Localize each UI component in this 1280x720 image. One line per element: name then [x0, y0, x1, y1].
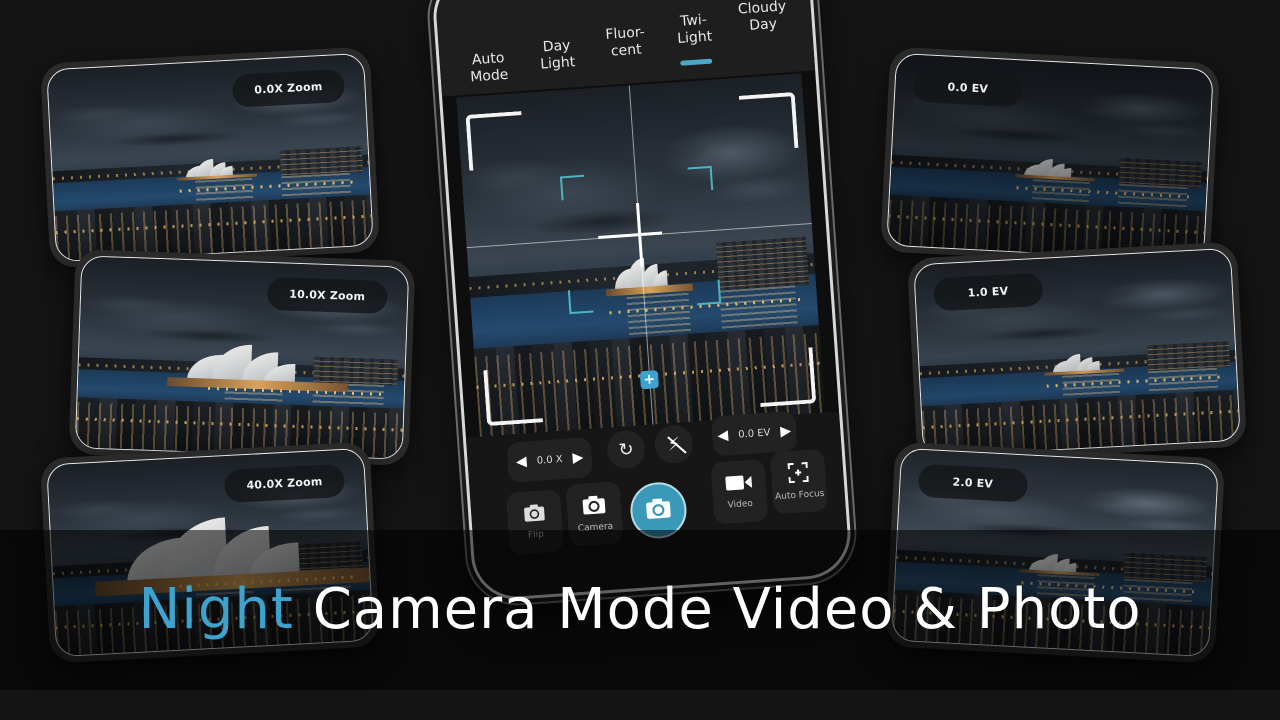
phone-mockup: Auto Mode Day Light Fluor-cent Twi- Light C…: [430, 0, 854, 603]
ev-level-badge: 2.0 EV: [917, 463, 1028, 503]
focus-bracket-icon: [695, 279, 722, 306]
mode-day-light[interactable]: Day Light: [525, 36, 589, 74]
shutter-camera-icon: [645, 497, 673, 525]
ev-level-badge: 1.0 EV: [932, 272, 1044, 312]
focus-bracket-icon: [687, 165, 714, 192]
ev-sample-card-1: 1.0 EV: [906, 241, 1248, 464]
video-camera-icon: [724, 473, 753, 497]
mode-twilight[interactable]: Twi- Light: [662, 11, 726, 66]
zoom-value: 0.0 X: [536, 453, 563, 467]
ev-sample-card-0: 0.0 EV: [879, 46, 1221, 269]
zoom-level-badge: 0.0X Zoom: [231, 68, 346, 108]
frame-corner-icon: [465, 111, 526, 171]
video-label: Video: [727, 498, 754, 511]
camera-viewfinder[interactable]: +: [456, 73, 826, 437]
increase-zoom-icon[interactable]: ▶: [572, 450, 584, 467]
mode-label: Day Light: [539, 37, 576, 73]
switch-camera-button[interactable]: ↻: [605, 429, 647, 470]
flash-toggle-button[interactable]: ⚡: [653, 423, 695, 465]
video-mode-button[interactable]: Video: [710, 458, 769, 525]
exposure-plus-icon[interactable]: +: [639, 370, 659, 390]
mode-fluorescent[interactable]: Fluor-cent: [594, 23, 658, 61]
ev-level-badge: 0.0 EV: [912, 68, 1023, 108]
auto-focus-label: Auto Focus: [774, 488, 825, 503]
focus-bracket-icon: [559, 174, 586, 201]
frame-corner-icon: [483, 366, 544, 427]
increase-ev-icon[interactable]: ▶: [780, 423, 792, 440]
mode-label: Fluor-cent: [604, 24, 646, 60]
frame-corner-icon: [738, 91, 799, 152]
ev-stepper[interactable]: ◀ 0.0 EV ▶: [711, 410, 798, 457]
zoom-stepper[interactable]: ◀ 0.0 X ▶: [506, 437, 593, 483]
zoom-level-badge: 10.0X Zoom: [266, 276, 388, 315]
active-mode-indicator: [680, 58, 713, 66]
mode-label: Cloudy Day: [737, 0, 787, 34]
frame-corner-icon: [756, 347, 817, 408]
rotate-icon: ↻: [617, 438, 635, 461]
focus-bracket-icon: [567, 288, 594, 315]
zoom-sample-card-10x: 10.0X Zoom: [68, 249, 416, 466]
zoom-sample-card-0x: 0.0X Zoom: [39, 46, 381, 269]
camera-icon: [581, 494, 607, 520]
mode-auto[interactable]: Auto Mode: [457, 49, 521, 105]
headline-accent-word: Night: [138, 577, 294, 642]
decrease-zoom-icon[interactable]: ◀: [515, 454, 527, 471]
mode-label: Twi- Light: [676, 11, 713, 47]
flip-camera-icon: [523, 503, 546, 526]
zoom-level-badge: 40.0X Zoom: [223, 463, 346, 504]
decrease-ev-icon[interactable]: ◀: [717, 427, 729, 444]
ev-value: 0.0 EV: [737, 426, 771, 441]
headline: Night Camera Mode Video & Photo: [0, 572, 1280, 648]
flash-off-icon: ⚡: [667, 433, 687, 455]
mode-label: Auto Mode: [469, 50, 509, 86]
mode-cloudy-day[interactable]: Cloudy Day: [731, 0, 795, 36]
headline-rest: Camera Mode Video & Photo: [293, 577, 1142, 642]
focus-frame-icon: [787, 461, 809, 487]
auto-focus-button[interactable]: Auto Focus: [769, 448, 828, 515]
